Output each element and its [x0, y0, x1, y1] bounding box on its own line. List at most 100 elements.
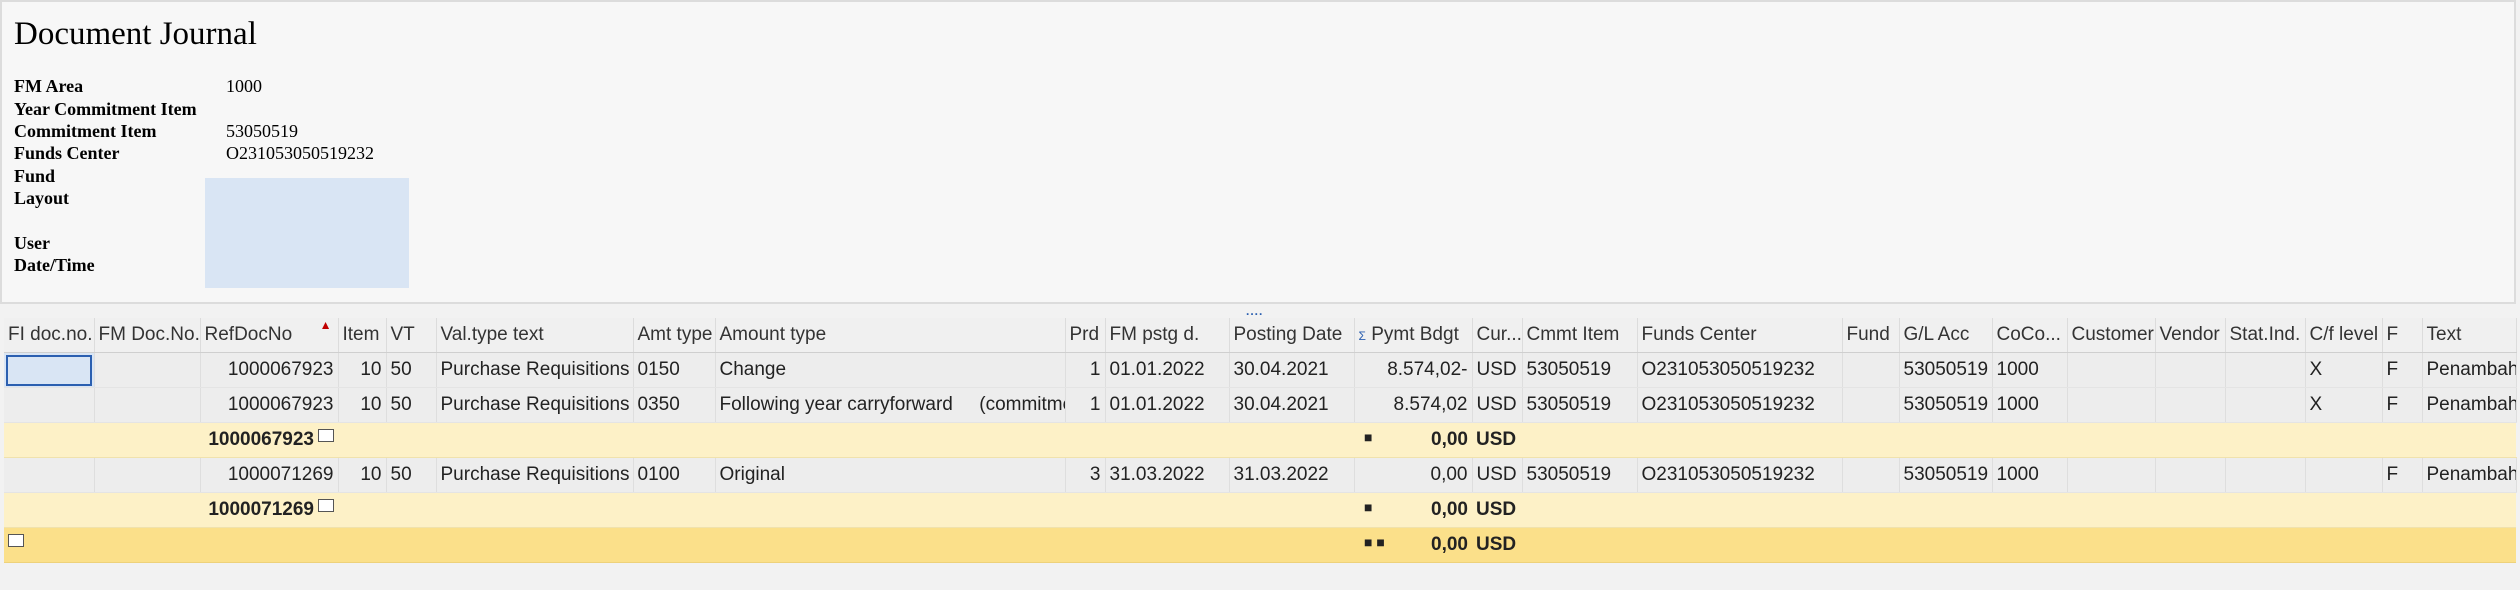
- cell-stat-ind[interactable]: [2225, 457, 2306, 493]
- cell-fm-doc-no[interactable]: [94, 387, 201, 423]
- subtotal-row[interactable]: 1000071269 ■ 0,00 USD: [4, 492, 2516, 528]
- cell-fund[interactable]: [1842, 457, 1900, 493]
- col-header-fi-doc-no[interactable]: FI doc.no.: [4, 318, 95, 353]
- table-row[interactable]: 1000067923 10 50 Purchase Requisitions 0…: [4, 387, 2517, 423]
- cell-fund[interactable]: [1842, 352, 1900, 388]
- cell-customer[interactable]: [2067, 457, 2156, 493]
- cell-prd[interactable]: 1: [1065, 352, 1106, 388]
- col-header-posting-date[interactable]: Posting Date: [1229, 318, 1355, 353]
- cell-val-type-text[interactable]: Purchase Requisitions: [436, 457, 634, 493]
- col-header-currency[interactable]: Cur...: [1472, 318, 1523, 353]
- cell-text[interactable]: Penambah: [2422, 352, 2517, 388]
- cell-amt-type[interactable]: 0350: [633, 387, 716, 423]
- expand-checkbox-icon[interactable]: [318, 429, 334, 442]
- cell-fm-pstg-date[interactable]: 31.03.2022: [1105, 457, 1230, 493]
- cell-customer[interactable]: [2067, 387, 2156, 423]
- cell-posting-date[interactable]: 30.04.2021: [1229, 352, 1355, 388]
- cell-currency[interactable]: USD: [1472, 352, 1523, 388]
- cell-val-type-text[interactable]: Purchase Requisitions: [436, 352, 634, 388]
- cell-amt-type[interactable]: 0150: [633, 352, 716, 388]
- cell-fm-doc-no[interactable]: [94, 352, 201, 388]
- cell-ref-doc-no[interactable]: 1000067923: [200, 387, 339, 423]
- cell-amount-type[interactable]: Change: [715, 352, 1066, 388]
- cell-cf-level[interactable]: X: [2305, 387, 2383, 423]
- col-header-amount-type[interactable]: Amount type: [715, 318, 1066, 353]
- col-header-ref-doc-no[interactable]: RefDocNo ▲: [200, 318, 339, 353]
- cell-cmmt-item[interactable]: 53050519: [1522, 387, 1638, 423]
- cell-cf-level[interactable]: X: [2305, 352, 2383, 388]
- col-header-gl-acc[interactable]: G/L Acc: [1899, 318, 1993, 353]
- col-header-company-code[interactable]: CoCo...: [1992, 318, 2068, 353]
- expand-checkbox-icon[interactable]: [318, 499, 334, 512]
- col-header-cf-level[interactable]: C/f level: [2305, 318, 2383, 353]
- col-header-val-type-text[interactable]: Val.type text: [436, 318, 634, 353]
- cell-val-type-text[interactable]: Purchase Requisitions: [436, 387, 634, 423]
- col-header-vt[interactable]: VT: [386, 318, 437, 353]
- cell-fi-doc-no[interactable]: [4, 387, 95, 423]
- cell-gl-acc[interactable]: 53050519: [1899, 457, 1993, 493]
- col-header-pymt-bdgt[interactable]: Σ Pymt Bdgt: [1354, 318, 1473, 353]
- cell-fm-doc-no[interactable]: [94, 457, 201, 493]
- col-header-item[interactable]: Item: [338, 318, 387, 353]
- cell-gl-acc[interactable]: 53050519: [1899, 387, 1993, 423]
- cell-ref-doc-no[interactable]: 1000071269: [200, 457, 339, 493]
- cell-pymt-bdgt[interactable]: 8.574,02-: [1354, 352, 1473, 388]
- cell-cmmt-item[interactable]: 53050519: [1522, 457, 1638, 493]
- col-header-fm-doc-no[interactable]: FM Doc.No.: [94, 318, 201, 353]
- cell-f[interactable]: F: [2382, 387, 2423, 423]
- cell-stat-ind[interactable]: [2225, 352, 2306, 388]
- cell-ref-doc-no[interactable]: 1000067923: [200, 352, 339, 388]
- subtotal-ref-doc-no[interactable]: 1000071269: [200, 492, 338, 528]
- col-header-amt-type[interactable]: Amt type: [633, 318, 716, 353]
- col-header-funds-center[interactable]: Funds Center: [1637, 318, 1843, 353]
- cell-funds-center[interactable]: O231053050519232: [1637, 457, 1843, 493]
- col-header-fm-pstg-date[interactable]: FM pstg d.: [1105, 318, 1230, 353]
- cell-text[interactable]: Penambah: [2422, 387, 2517, 423]
- cell-funds-center[interactable]: O231053050519232: [1637, 352, 1843, 388]
- cell-cf-level[interactable]: [2305, 457, 2383, 493]
- cell-fi-doc-no[interactable]: [4, 352, 95, 388]
- cell-posting-date[interactable]: 31.03.2022: [1229, 457, 1355, 493]
- cell-currency[interactable]: USD: [1472, 457, 1523, 493]
- cell-text[interactable]: Penambah: [2422, 457, 2517, 493]
- cell-cmmt-item[interactable]: 53050519: [1522, 352, 1638, 388]
- table-row[interactable]: 1000067923 10 50 Purchase Requisitions 0…: [4, 352, 2517, 388]
- cell-currency[interactable]: USD: [1472, 387, 1523, 423]
- col-header-stat-ind[interactable]: Stat.Ind.: [2225, 318, 2306, 353]
- splitter-handle[interactable]: ....: [0, 304, 2520, 318]
- grand-total-first-cell[interactable]: [4, 527, 94, 563]
- col-header-prd[interactable]: Prd: [1065, 318, 1106, 353]
- cell-amount-type[interactable]: Following year carryforward (commitme: [715, 387, 1066, 423]
- cell-fm-pstg-date[interactable]: 01.01.2022: [1105, 387, 1230, 423]
- cell-item[interactable]: 10: [338, 457, 387, 493]
- col-header-text[interactable]: Text: [2422, 318, 2517, 353]
- cell-amount-type[interactable]: Original: [715, 457, 1066, 493]
- expand-checkbox-icon[interactable]: [8, 534, 24, 547]
- cell-fm-pstg-date[interactable]: 01.01.2022: [1105, 352, 1230, 388]
- cell-company-code[interactable]: 1000: [1992, 387, 2068, 423]
- cell-vendor[interactable]: [2155, 457, 2226, 493]
- cell-pymt-bdgt[interactable]: 0,00: [1354, 457, 1473, 493]
- cell-item[interactable]: 10: [338, 387, 387, 423]
- cell-pymt-bdgt[interactable]: 8.574,02: [1354, 387, 1473, 423]
- cell-fi-doc-no[interactable]: [4, 457, 95, 493]
- cell-item[interactable]: 10: [338, 352, 387, 388]
- subtotal-ref-doc-no[interactable]: 1000067923: [200, 422, 338, 458]
- col-header-fund[interactable]: Fund: [1842, 318, 1900, 353]
- col-header-vendor[interactable]: Vendor: [2155, 318, 2226, 353]
- cell-vt[interactable]: 50: [386, 352, 437, 388]
- cell-fund[interactable]: [1842, 387, 1900, 423]
- col-header-f[interactable]: F: [2382, 318, 2423, 353]
- col-header-cmmt-item[interactable]: Cmmt Item: [1522, 318, 1638, 353]
- cell-customer[interactable]: [2067, 352, 2156, 388]
- cell-amt-type[interactable]: 0100: [633, 457, 716, 493]
- cell-funds-center[interactable]: O231053050519232: [1637, 387, 1843, 423]
- cell-f[interactable]: F: [2382, 352, 2423, 388]
- cell-gl-acc[interactable]: 53050519: [1899, 352, 1993, 388]
- cell-company-code[interactable]: 1000: [1992, 352, 2068, 388]
- cell-prd[interactable]: 1: [1065, 387, 1106, 423]
- grand-total-row[interactable]: ■ ■ 0,00 USD: [4, 527, 2516, 563]
- table-row[interactable]: 1000071269 10 50 Purchase Requisitions 0…: [4, 457, 2517, 493]
- cell-f[interactable]: F: [2382, 457, 2423, 493]
- cell-posting-date[interactable]: 30.04.2021: [1229, 387, 1355, 423]
